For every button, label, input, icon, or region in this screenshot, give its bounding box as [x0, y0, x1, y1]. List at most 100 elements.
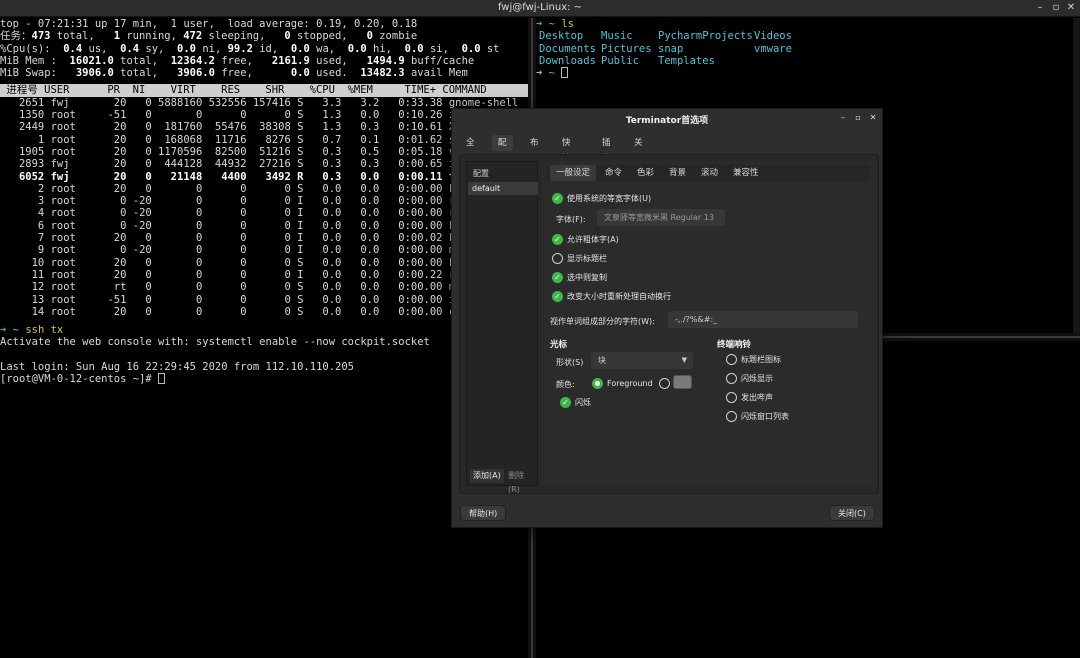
show-titlebar-checkbox[interactable]: 显示标题栏 — [552, 253, 607, 265]
cursor-blink-checkbox[interactable]: ✓ 闪烁 — [560, 397, 591, 409]
unchecked-icon — [726, 392, 737, 403]
ls-entry: Videos — [754, 30, 792, 43]
add-profile-button[interactable]: 添加(A) — [470, 469, 504, 483]
ls-row: Documents Pictures snap vmware — [536, 43, 1080, 55]
process-row: 10 root 20 0 0 0 0 S 0.0 0.0 0:00.00 kso… — [0, 256, 506, 269]
remove-profile-button[interactable]: 删除(R) — [505, 469, 537, 494]
remote-prompt: [root@VM-0-12-centos ~]# — [0, 373, 159, 386]
cursor-color-foreground-radio[interactable]: Foreground — [592, 378, 653, 390]
close-button[interactable]: 关闭(C) — [829, 505, 875, 521]
subtab-colors[interactable]: 色彩 — [631, 165, 660, 181]
word-chars-input[interactable]: -,./?%&#:_ — [668, 311, 858, 328]
word-chars-label: 视作单词组成部分的字符(W): — [550, 317, 655, 326]
cursor-color-custom-radio[interactable] — [659, 378, 674, 390]
window-title: fwj@fwj-Linux: ~ — [497, 2, 583, 13]
check-icon: ✓ — [552, 234, 563, 245]
process-row: 2449 root 20 0 181760 55476 38308 S 1.3 … — [0, 121, 475, 134]
ls-entry: Desktop — [539, 30, 584, 43]
unchecked-icon — [726, 354, 737, 365]
bell-audible-beep-checkbox[interactable]: 发出哔声 — [726, 392, 773, 404]
preferences-dialog: Terminator首选项 – ▫ ✕ 全局 配置 布局 快捷键 插件 关于 配… — [451, 108, 883, 528]
ls-prompt-line: ➜ ~ ls — [536, 18, 1080, 30]
subtab-compatibility[interactable]: 兼容性 — [727, 165, 765, 181]
process-row: 1350 root -51 0 0 0 0 S 1.3 0.0 0:10.26 … — [0, 109, 506, 122]
top-summary-line: MiB Swap: 3906.0 total, 3906.0 free, 0.0… — [0, 67, 468, 80]
ssh-output-line — [0, 349, 528, 361]
process-row: 6 root 0 -20 0 0 0 I 0.0 0.0 0:00.00 kwo… — [0, 219, 506, 232]
terminal-cursor — [158, 373, 166, 385]
process-row: 9 root 0 -20 0 0 0 I 0.0 0.0 0:00.00 mm_… — [0, 244, 506, 257]
process-row: 12 root rt 0 0 0 0 S 0.0 0.0 0:00.00 mig… — [0, 281, 506, 294]
ssh-output: Activate the web console with: systemctl… — [0, 336, 528, 373]
chevron-down-icon: ▼ — [681, 356, 687, 364]
bell-visual-flash-checkbox[interactable]: 闪烁显示 — [726, 373, 773, 385]
process-table-header: 进程号 USER PR NI VIRT RES SHR %CPU %MEM TI… — [0, 84, 528, 97]
radio-icon — [659, 378, 670, 389]
font-button[interactable]: 文泉驿等宽微米黑 Regular 13 — [597, 209, 725, 226]
dialog-close-icon[interactable]: ✕ — [868, 113, 878, 123]
profile-item-default[interactable]: default — [468, 182, 538, 195]
close-window-button[interactable]: ✕ — [1065, 2, 1077, 14]
bell-titlebar-icon-checkbox[interactable]: 标题栏图标 — [726, 354, 781, 366]
radio-selected-icon — [592, 378, 603, 389]
process-row: 11 root 20 0 0 0 0 I 0.0 0.0 0:00.22 rcu… — [0, 268, 506, 281]
subtab-command[interactable]: 命令 — [599, 165, 628, 181]
ls-entry: Templates — [658, 54, 715, 67]
cursor-color-swatch[interactable] — [673, 375, 692, 389]
ls-entry: Pictures — [601, 42, 652, 55]
window-titlebar: fwj@fwj-Linux: ~ – ▫ ✕ — [0, 0, 1080, 17]
tab-keybindings[interactable]: 快捷键 — [556, 135, 577, 180]
cursor-color-label: 颜色: — [556, 380, 575, 389]
left-terminal-pane[interactable]: top - 07:21:31 up 17 min, 1 user, load a… — [0, 18, 528, 658]
prompt-command: ssh tx — [25, 324, 64, 337]
dialog-maximize-button[interactable]: ▫ — [853, 113, 863, 123]
rewrap-on-resize-checkbox[interactable]: ✓ 改变大小时重新处理自动换行 — [552, 291, 671, 303]
allow-bold-checkbox[interactable]: ✓ 允许粗体字(A) — [552, 234, 619, 246]
unchecked-icon — [552, 253, 563, 264]
process-row: 3 root 0 -20 0 0 0 I 0.0 0.0 0:00.00 rcu… — [0, 195, 487, 208]
use-system-font-checkbox[interactable]: ✓ 使用系统的等宽字体(U) — [552, 193, 651, 205]
process-row: 1 root 20 0 168068 11716 8276 S 0.7 0.1 … — [0, 133, 494, 146]
check-icon: ✓ — [560, 397, 571, 408]
tab-profiles[interactable]: 配置 — [492, 135, 513, 164]
unchecked-icon — [726, 411, 737, 422]
profiles-list: 配置 default 添加(A) 删除(R) — [466, 161, 538, 494]
ls-entry: Public — [601, 54, 639, 67]
subtab-general[interactable]: 一般设定 — [550, 165, 597, 181]
ls-entry: snap — [658, 42, 684, 55]
process-row: 4 root 0 -20 0 0 0 I 0.0 0.0 0:00.00 rcu… — [0, 207, 506, 220]
ls-entry: Documents — [539, 42, 596, 55]
subtab-scrolling[interactable]: 滚动 — [695, 165, 724, 181]
minimize-button[interactable]: – — [1034, 2, 1046, 14]
profile-subtabs: 一般设定 命令 色彩 背景 滚动 兼容性 — [546, 165, 870, 181]
shape-label: 形状(S) — [556, 358, 584, 367]
bell-section-title: 终端响铃 — [717, 340, 752, 350]
scrollbar[interactable] — [1073, 18, 1080, 333]
process-table: 2651 fwj 20 0 5888160 532556 157416 S 3.… — [0, 97, 528, 318]
tab-layouts[interactable]: 布局 — [524, 135, 545, 164]
copy-on-select-checkbox[interactable]: ✓ 选中则复制 — [552, 272, 607, 284]
cursor-section-title: 光标 — [550, 340, 568, 350]
tab-global[interactable]: 全局 — [460, 135, 481, 164]
top-summary: top - 07:21:31 up 17 min, 1 user, load a… — [0, 18, 528, 79]
bell-window-list-flash-checkbox[interactable]: 闪烁窗口列表 — [726, 411, 789, 423]
process-row: 1905 root 20 0 1170596 82500 51216 S 0.3… — [0, 145, 506, 158]
tab-plugins[interactable]: 插件 — [596, 135, 617, 164]
ls-row: Desktop Music PycharmProjects Videos — [536, 30, 1080, 42]
dialog-minimize-button[interactable]: – — [838, 113, 848, 123]
terminal-cursor — [561, 67, 569, 79]
check-icon: ✓ — [552, 272, 563, 283]
help-button[interactable]: 帮助(H) — [460, 505, 507, 521]
unchecked-icon — [726, 373, 737, 384]
tab-about[interactable]: 关于 — [628, 135, 649, 164]
profiles-header: 配置 — [473, 169, 489, 178]
profile-settings: 一般设定 命令 色彩 背景 滚动 兼容性 ✓ 使用系统的等宽字体(U) 字体(F)… — [542, 161, 874, 486]
process-row: 2 root 20 0 0 0 0 S 0.0 0.0 0:00.00 kthr… — [0, 182, 500, 195]
top-summary-line: 任务：473 total, 1 running, 472 sleeping, 0… — [0, 30, 418, 43]
ls-entry: Downloads — [539, 54, 596, 67]
check-icon: ✓ — [552, 291, 563, 302]
maximize-button[interactable]: ▫ — [1050, 2, 1062, 14]
cursor-shape-select[interactable]: 块 ▼ — [591, 352, 693, 369]
process-row: 13 root -51 0 0 0 0 S 0.0 0.0 0:00.00 id… — [0, 293, 506, 306]
subtab-background[interactable]: 背景 — [663, 165, 692, 181]
